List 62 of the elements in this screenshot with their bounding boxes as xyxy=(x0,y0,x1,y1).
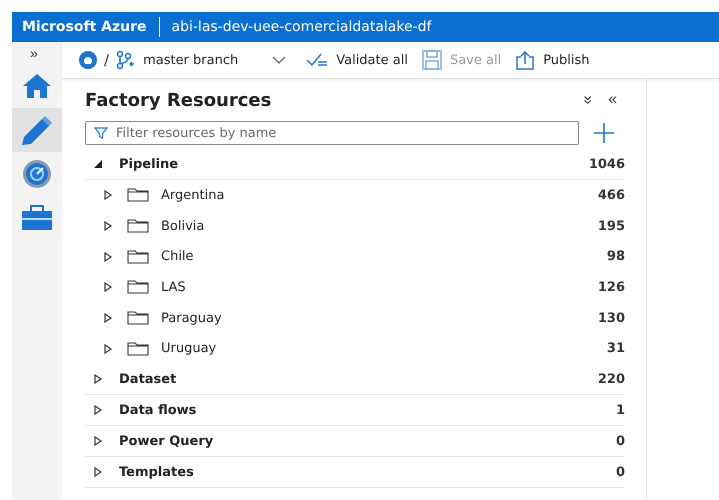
tree-item[interactable]: Data flows 1 xyxy=(85,395,625,426)
expand-triangle-icon xyxy=(103,344,113,354)
folder-icon xyxy=(127,219,149,234)
pencil-icon xyxy=(20,115,54,145)
item-count: 130 xyxy=(598,310,625,326)
folder-icon xyxy=(127,342,149,356)
tree-item[interactable]: Pipeline 1046 xyxy=(85,149,625,180)
folder-icon xyxy=(127,280,149,294)
expand-triangle-icon xyxy=(103,313,113,324)
tree-item[interactable]: Chile 98 xyxy=(85,241,625,272)
chevron-down-icon xyxy=(272,56,286,64)
toolbox-icon xyxy=(21,205,53,231)
panel-title: Factory Resources xyxy=(85,90,272,110)
item-count: 220 xyxy=(598,372,625,387)
item-count: 466 xyxy=(598,188,625,203)
expand-triangle-icon xyxy=(93,405,103,416)
upload-icon xyxy=(515,50,536,70)
collapse-triangle-icon xyxy=(93,159,103,169)
brand-title: Microsoft Azure xyxy=(22,19,147,35)
item-count: 31 xyxy=(606,341,625,356)
folder-icon xyxy=(127,250,149,264)
tree-item[interactable]: Templates 0 xyxy=(85,457,625,488)
expand-button[interactable]: » xyxy=(12,42,38,64)
expand-triangle-icon xyxy=(103,282,113,292)
item-count: 1 xyxy=(616,402,625,418)
rail-tab[interactable] xyxy=(12,108,62,152)
tree-item[interactable]: Power Query 0 xyxy=(85,426,625,458)
hide-panel-button[interactable]: « xyxy=(600,91,625,109)
filter-field[interactable]: Filter resources by name xyxy=(85,121,579,145)
item-count: 0 xyxy=(616,434,625,449)
expand-triangle-icon xyxy=(103,252,113,262)
item-count: 1046 xyxy=(588,156,625,172)
tree-item[interactable]: Bolivia 195 xyxy=(85,210,625,242)
item-count: 195 xyxy=(598,218,625,234)
branch-icon xyxy=(115,50,136,70)
path-separator: / xyxy=(104,51,110,69)
expand-triangle-icon xyxy=(93,436,103,446)
publish-button[interactable]: Publish xyxy=(511,50,594,70)
tree-item[interactable]: Uruguay 31 xyxy=(85,333,625,364)
folder-icon xyxy=(127,188,149,202)
expand-triangle-icon xyxy=(103,190,113,200)
add-icon[interactable] xyxy=(593,122,615,144)
folder-icon xyxy=(127,311,149,326)
filter-icon xyxy=(94,126,108,140)
item-count: 126 xyxy=(598,280,625,295)
save-icon xyxy=(422,50,442,70)
tree-item[interactable]: Argentina 466 xyxy=(85,180,625,211)
expand-triangle-icon xyxy=(103,221,113,232)
tree-item[interactable]: Dataset 220 xyxy=(85,364,625,396)
validate-button[interactable]: Validate all xyxy=(302,52,412,68)
tree-item[interactable]: LAS 126 xyxy=(85,272,625,303)
gauge-icon xyxy=(22,159,52,189)
collapse-all-button[interactable]: » xyxy=(578,88,597,112)
home-icon xyxy=(22,73,52,99)
expand-triangle-icon xyxy=(93,467,103,478)
item-count: 98 xyxy=(606,249,625,264)
expand-triangle-icon xyxy=(93,374,103,384)
checklist-icon xyxy=(306,52,328,68)
item-count: 0 xyxy=(616,464,625,480)
branch-dropdown[interactable]: master branch xyxy=(141,52,296,68)
factory-name: abi-las-dev-uee-comercialdatalake-df xyxy=(172,19,432,35)
tree-item[interactable]: Paraguay 130 xyxy=(85,302,625,334)
